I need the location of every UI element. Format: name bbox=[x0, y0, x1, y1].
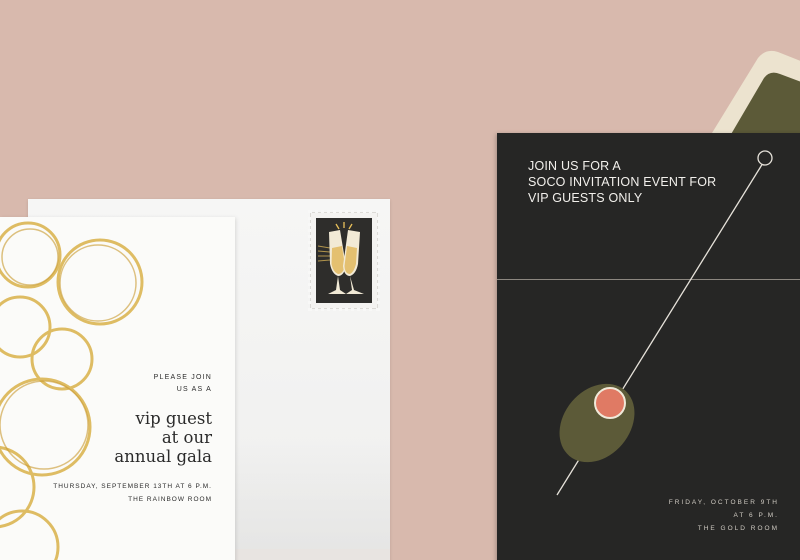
gala-line-2: at our bbox=[161, 428, 212, 447]
white-card-date: THURSDAY, SEPTEMBER 13TH AT 6 P.M. bbox=[53, 483, 212, 490]
black-card-time: AT 6 P.M. bbox=[733, 512, 779, 519]
champagne-glasses-icon bbox=[316, 218, 372, 303]
black-card-venue: THE GOLD ROOM bbox=[697, 525, 779, 532]
black-invitation-card: JOIN US FOR A SOCO INVITATION EVENT FOR … bbox=[497, 133, 800, 560]
champagne-stamp bbox=[308, 210, 380, 311]
black-card-date: FRIDAY, OCTOBER 9TH bbox=[668, 499, 779, 506]
please-join-text: PLEASE JOIN bbox=[153, 374, 212, 381]
us-as-a-text: US AS A bbox=[176, 386, 212, 393]
black-card-details: FRIDAY, OCTOBER 9TH AT 6 P.M. THE GOLD R… bbox=[669, 496, 779, 535]
white-card-venue: THE RAINBOW ROOM bbox=[128, 496, 212, 503]
invitation-scene: PLEASE JOIN US AS A vip guest at our ann… bbox=[0, 0, 800, 560]
white-card-details: THURSDAY, SEPTEMBER 13TH AT 6 P.M. THE R… bbox=[53, 480, 212, 506]
white-card-text: PLEASE JOIN US AS A vip guest at our ann… bbox=[53, 372, 212, 506]
gala-line-1: vip guest bbox=[135, 409, 212, 428]
gala-heading: vip guest at our annual gala bbox=[53, 409, 212, 466]
gala-line-3: annual gala bbox=[114, 447, 212, 466]
white-invitation-card: PLEASE JOIN US AS A vip guest at our ann… bbox=[0, 217, 235, 560]
